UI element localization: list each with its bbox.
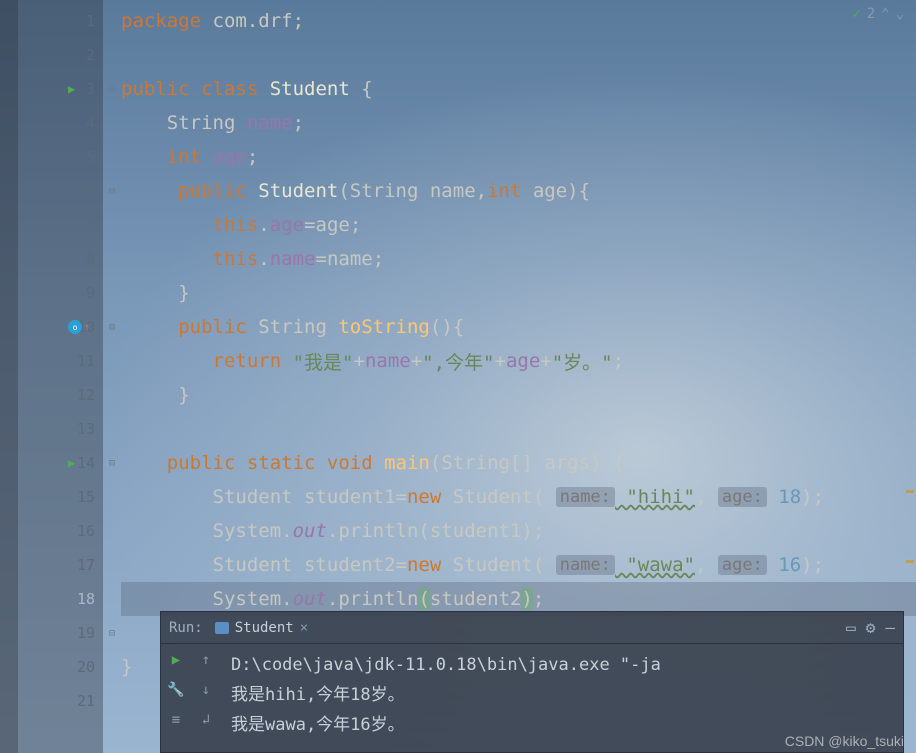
override-gutter-icon[interactable]: o bbox=[68, 320, 82, 334]
close-icon[interactable]: × bbox=[300, 620, 308, 636]
watermark: CSDN @kiko_tsuki bbox=[785, 733, 904, 749]
run-gutter-icon[interactable]: ▶ bbox=[68, 456, 75, 470]
gutter-row[interactable]: 21 bbox=[18, 684, 103, 718]
line-number: 2 bbox=[86, 46, 95, 64]
code-line[interactable]: public static void main(String[] args) { bbox=[121, 446, 916, 480]
next-highlight-icon[interactable]: ⌄ bbox=[896, 6, 904, 22]
inlay-hint: age: bbox=[718, 555, 767, 575]
code-line[interactable] bbox=[121, 412, 916, 446]
console-line: 我是hihi,今年18岁。 bbox=[231, 680, 893, 710]
run-tab[interactable]: Student × bbox=[215, 620, 308, 636]
run-tool-window: Run: Student × ▭ ⚙ — ▶ 🔧 ≡ ↑ ↓ ↲ D:\code… bbox=[160, 611, 904, 753]
code-line[interactable] bbox=[121, 38, 916, 72]
line-number: 14 bbox=[77, 454, 95, 472]
gutter-row[interactable]: 11 bbox=[18, 344, 103, 378]
code-line[interactable]: } bbox=[121, 276, 916, 310]
wrench-icon[interactable]: 🔧 bbox=[167, 682, 184, 698]
run-gutter-icon[interactable]: ▶ bbox=[68, 82, 75, 96]
gutter: 1 2 ▶3⊟ 4 5 6⊟ 7 8 9 o10⊟ 11 12 13 ▶14⊟ … bbox=[18, 0, 103, 753]
gutter-row[interactable]: 4 bbox=[18, 106, 103, 140]
code-line[interactable]: Student student2=new Student( name: "waw… bbox=[121, 548, 916, 582]
down-arrow-icon[interactable]: ↓ bbox=[202, 682, 210, 698]
gutter-row[interactable]: 2 bbox=[18, 38, 103, 72]
line-number: 19 bbox=[77, 624, 95, 642]
code-line[interactable]: public Student(String name,int age){ bbox=[121, 174, 916, 208]
gutter-row[interactable]: 6⊟ bbox=[18, 174, 103, 208]
gutter-row[interactable]: ▶3⊟ bbox=[18, 72, 103, 106]
code-line[interactable]: return "我是"+name+",今年"+age+"岁。"; bbox=[121, 344, 916, 378]
line-number: 18 bbox=[77, 590, 95, 608]
layout-icon[interactable]: ▭ bbox=[846, 618, 856, 637]
gutter-row[interactable]: 12 bbox=[18, 378, 103, 412]
gutter-row[interactable]: 9 bbox=[18, 276, 103, 310]
line-number: 20 bbox=[77, 658, 95, 676]
line-number: 6 bbox=[86, 182, 95, 200]
gutter-row[interactable]: 20 bbox=[18, 650, 103, 684]
inlay-hint: name: bbox=[556, 555, 615, 575]
code-line[interactable]: Student student1=new Student( name: "hih… bbox=[121, 480, 916, 514]
line-number: 3 bbox=[86, 80, 95, 98]
gutter-row[interactable]: 19⊟ bbox=[18, 616, 103, 650]
line-number: 5 bbox=[86, 148, 95, 166]
app-icon bbox=[215, 622, 229, 634]
run-title: Run: bbox=[169, 620, 203, 636]
stripe-mark[interactable] bbox=[906, 560, 914, 563]
check-icon: ✓ bbox=[852, 6, 860, 22]
code-line[interactable]: this.age=age; bbox=[121, 208, 916, 242]
gutter-row[interactable]: 16 bbox=[18, 514, 103, 548]
line-number: 8 bbox=[86, 250, 95, 268]
run-toolbar: ▶ 🔧 ≡ bbox=[161, 644, 191, 752]
line-number: 9 bbox=[86, 284, 95, 302]
wrap-icon[interactable]: ↲ bbox=[202, 712, 210, 728]
gutter-row[interactable]: ▶14⊟ bbox=[18, 446, 103, 480]
stripe-mark[interactable] bbox=[906, 490, 914, 493]
gutter-row[interactable]: 17 bbox=[18, 548, 103, 582]
line-number: 15 bbox=[77, 488, 95, 506]
gutter-row[interactable]: o10⊟ bbox=[18, 310, 103, 344]
inspection-indicator[interactable]: ✓ 2 ⌃ ⌄ bbox=[852, 6, 904, 22]
minimize-icon[interactable]: — bbox=[885, 618, 895, 637]
gear-icon[interactable]: ⚙ bbox=[866, 618, 876, 637]
line-number: 13 bbox=[77, 420, 95, 438]
code-line[interactable]: } bbox=[121, 378, 916, 412]
console-line: D:\code\java\jdk-11.0.18\bin\java.exe "-… bbox=[231, 650, 893, 680]
gutter-row[interactable]: 5 bbox=[18, 140, 103, 174]
rerun-icon[interactable]: ▶ bbox=[172, 652, 180, 668]
prev-highlight-icon[interactable]: ⌃ bbox=[881, 6, 889, 22]
line-number: 16 bbox=[77, 522, 95, 540]
line-number: 21 bbox=[77, 692, 95, 710]
gutter-row[interactable]: 18 bbox=[18, 582, 103, 616]
code-line[interactable]: this.name=name; bbox=[121, 242, 916, 276]
gutter-row[interactable]: 8 bbox=[18, 242, 103, 276]
inlay-hint: age: bbox=[718, 487, 767, 507]
gutter-row[interactable]: 7 bbox=[18, 208, 103, 242]
code-line[interactable]: int age; bbox=[121, 140, 916, 174]
line-number: 7 bbox=[86, 216, 95, 234]
line-number: 11 bbox=[77, 352, 95, 370]
code-line[interactable]: package com.drf; bbox=[121, 4, 916, 38]
run-tab-label: Student bbox=[235, 620, 294, 636]
up-arrow-icon[interactable]: ↑ bbox=[202, 652, 210, 668]
line-number: 1 bbox=[86, 12, 95, 30]
code-line[interactable]: System.out.println(student1); bbox=[121, 514, 916, 548]
inlay-hint: name: bbox=[556, 487, 615, 507]
gutter-row[interactable]: 15 bbox=[18, 480, 103, 514]
left-tool-strip[interactable] bbox=[0, 0, 18, 753]
line-number: 17 bbox=[77, 556, 95, 574]
code-line[interactable]: String name; bbox=[121, 106, 916, 140]
gutter-row[interactable]: 1 bbox=[18, 4, 103, 38]
line-number: 4 bbox=[86, 114, 95, 132]
stack-icon[interactable]: ≡ bbox=[172, 712, 180, 728]
code-line[interactable]: public String toString(){ bbox=[121, 310, 916, 344]
run-nav-toolbar: ↑ ↓ ↲ bbox=[191, 644, 221, 752]
code-line[interactable]: public class Student { bbox=[121, 72, 916, 106]
gutter-row[interactable]: 13 bbox=[18, 412, 103, 446]
run-header: Run: Student × ▭ ⚙ — bbox=[161, 612, 903, 644]
line-number: 12 bbox=[77, 386, 95, 404]
problem-count: 2 bbox=[867, 6, 875, 22]
error-stripe[interactable] bbox=[906, 0, 914, 753]
